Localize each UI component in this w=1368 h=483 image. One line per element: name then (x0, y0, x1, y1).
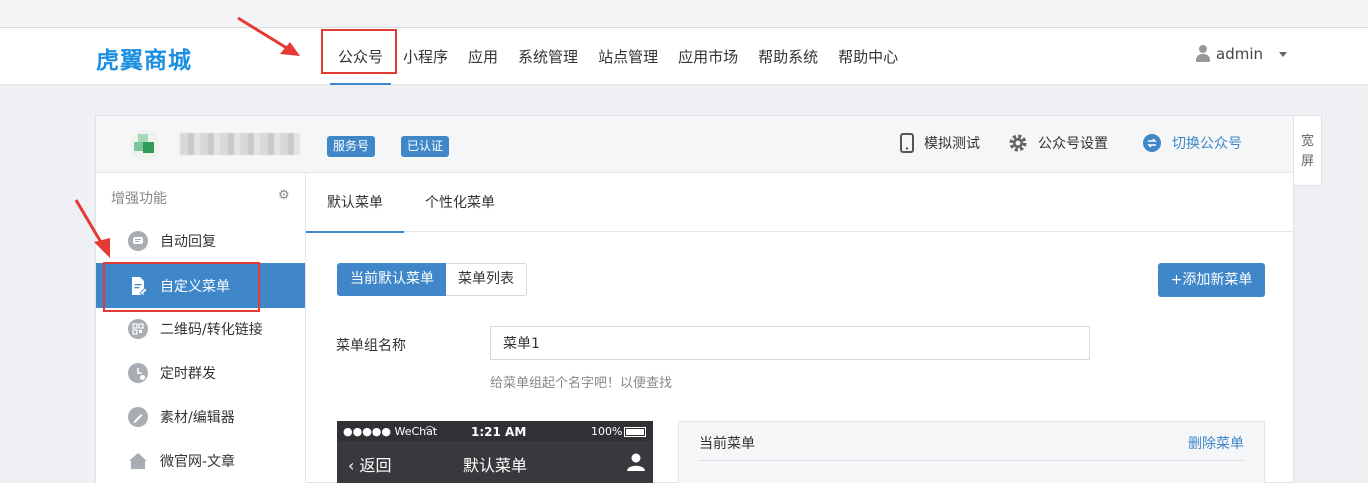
menu-list-button[interactable]: 菜单列表 (446, 263, 527, 296)
menu-group-name-hint: 给菜单组起个名字吧！以便查找 (490, 376, 673, 391)
simulate-test-label: 模拟测试 (924, 136, 980, 152)
nav-item-app-market[interactable]: 应用市场 (670, 28, 746, 85)
wifi-icon: ◠ (425, 423, 435, 436)
phone-time: 1:21 AM (471, 425, 527, 439)
sidebar-item-qrcode[interactable]: 二维码/转化链接 (96, 307, 305, 351)
phone-icon (900, 133, 914, 153)
nav-item-site-management[interactable]: 站点管理 (590, 28, 666, 85)
current-menu-title: 当前菜单 (699, 436, 755, 452)
account-panel: 服务号 已认证 模拟测试 公众号设置 切换公众号 增强功能 ⚙ 自动回复 自定义… (95, 115, 1294, 483)
highlight-box-sidebar (103, 262, 260, 312)
account-settings-button[interactable]: 公众号设置 (1008, 133, 1108, 153)
nav-item-help-system[interactable]: 帮助系统 (750, 28, 826, 85)
switch-account-button[interactable]: 切换公众号 (1142, 133, 1242, 153)
switch-account-label: 切换公众号 (1172, 136, 1242, 152)
user-menu[interactable]: admin (1196, 45, 1287, 63)
user-icon (1196, 45, 1210, 63)
menu-tabs: 默认菜单 个性化菜单 (306, 173, 1293, 233)
main-content: 默认菜单 个性化菜单 当前默认菜单 菜单列表 +添加新菜单 菜单组名称 给菜单组… (306, 173, 1293, 483)
nav-item-system-management[interactable]: 系统管理 (510, 28, 586, 85)
switch-icon (1143, 134, 1161, 152)
arrow-icon (74, 199, 110, 258)
account-name-blurred (180, 133, 300, 155)
sidebar-item-scheduled-broadcast[interactable]: 定时群发 (96, 351, 305, 395)
qrcode-icon (128, 319, 148, 339)
wide-toggle-line-2: 屏 (1300, 154, 1314, 169)
account-bar: 服务号 已认证 模拟测试 公众号设置 切换公众号 (96, 116, 1293, 173)
sidebar-item-label: 定时群发 (160, 366, 216, 382)
gear-icon[interactable]: ⚙ (278, 188, 290, 203)
current-menu-panel: 当前菜单 删除菜单 (678, 421, 1265, 483)
browser-top-band (0, 0, 1368, 28)
sidebar: 增强功能 ⚙ 自动回复 自定义菜单 二维码/转化链接 定时群发 素材/编辑器 微… (96, 173, 306, 483)
account-settings-label: 公众号设置 (1038, 136, 1108, 152)
menu-group-name-label: 菜单组名称 (336, 338, 406, 354)
home-icon (128, 451, 148, 471)
battery-icon (624, 427, 646, 437)
phone-title: 默认菜单 (462, 456, 527, 475)
tab-personalized-menu[interactable]: 个性化菜单 (404, 173, 516, 232)
chevron-down-icon (1279, 51, 1287, 57)
sidebar-item-label: 素材/编辑器 (160, 410, 235, 426)
sidebar-item-label: 自动回复 (160, 234, 216, 250)
verified-badge: 已认证 (401, 136, 450, 157)
chat-bubble-icon (128, 231, 148, 251)
user-icon (627, 453, 645, 471)
service-account-badge: 服务号 (327, 136, 376, 157)
sidebar-item-microsite-articles[interactable]: 微官网-文章 (96, 439, 305, 483)
user-name: admin (1216, 45, 1263, 63)
divider (699, 460, 1244, 461)
nav-item-apps[interactable]: 应用 (460, 28, 506, 85)
phone-battery-text: 100% (591, 425, 623, 438)
nav-item-mini-program[interactable]: 小程序 (395, 28, 456, 85)
pencil-icon (128, 407, 148, 427)
arrow-icon (237, 16, 300, 56)
main-nav: 公众号 小程序 应用 系统管理 站点管理 应用市场 帮助系统 帮助中心 (330, 28, 910, 85)
phone-nav-bar: ‹ 返回 默认菜单 (337, 441, 653, 483)
sidebar-heading: 增强功能 (111, 191, 167, 207)
tab-default-menu[interactable]: 默认菜单 (306, 173, 404, 233)
gear-icon (1009, 134, 1027, 152)
delete-menu-link[interactable]: 删除菜单 (1188, 433, 1244, 453)
sidebar-item-auto-reply[interactable]: 自动回复 (96, 219, 305, 263)
sidebar-item-materials-editor[interactable]: 素材/编辑器 (96, 395, 305, 439)
wide-screen-toggle[interactable]: 宽 屏 (1294, 115, 1322, 186)
account-avatar (130, 130, 160, 160)
phone-preview: ●●●●● WeChat ◠ 1:21 AM 100% ‹ 返回 默认菜单 (337, 421, 653, 483)
brand-logo[interactable]: 虎翼商城 (96, 41, 192, 74)
phone-status-bar: ●●●●● WeChat ◠ 1:21 AM 100% (337, 421, 653, 441)
simulate-test-button[interactable]: 模拟测试 (900, 133, 980, 153)
wide-toggle-line-1: 宽 (1300, 134, 1314, 149)
sidebar-item-label: 二维码/转化链接 (160, 322, 263, 338)
highlight-box-nav (321, 29, 397, 74)
clock-icon (128, 363, 148, 383)
nav-item-help-center[interactable]: 帮助中心 (830, 28, 906, 85)
add-new-menu-button[interactable]: +添加新菜单 (1158, 263, 1265, 297)
phone-carrier: ●●●●● WeChat (343, 425, 438, 438)
top-navbar: 虎翼商城 公众号 小程序 应用 系统管理 站点管理 应用市场 帮助系统 帮助中心… (0, 28, 1368, 85)
sidebar-item-label: 微官网-文章 (160, 454, 236, 470)
menu-group-name-input[interactable] (490, 326, 1090, 360)
current-default-menu-button[interactable]: 当前默认菜单 (337, 263, 447, 296)
